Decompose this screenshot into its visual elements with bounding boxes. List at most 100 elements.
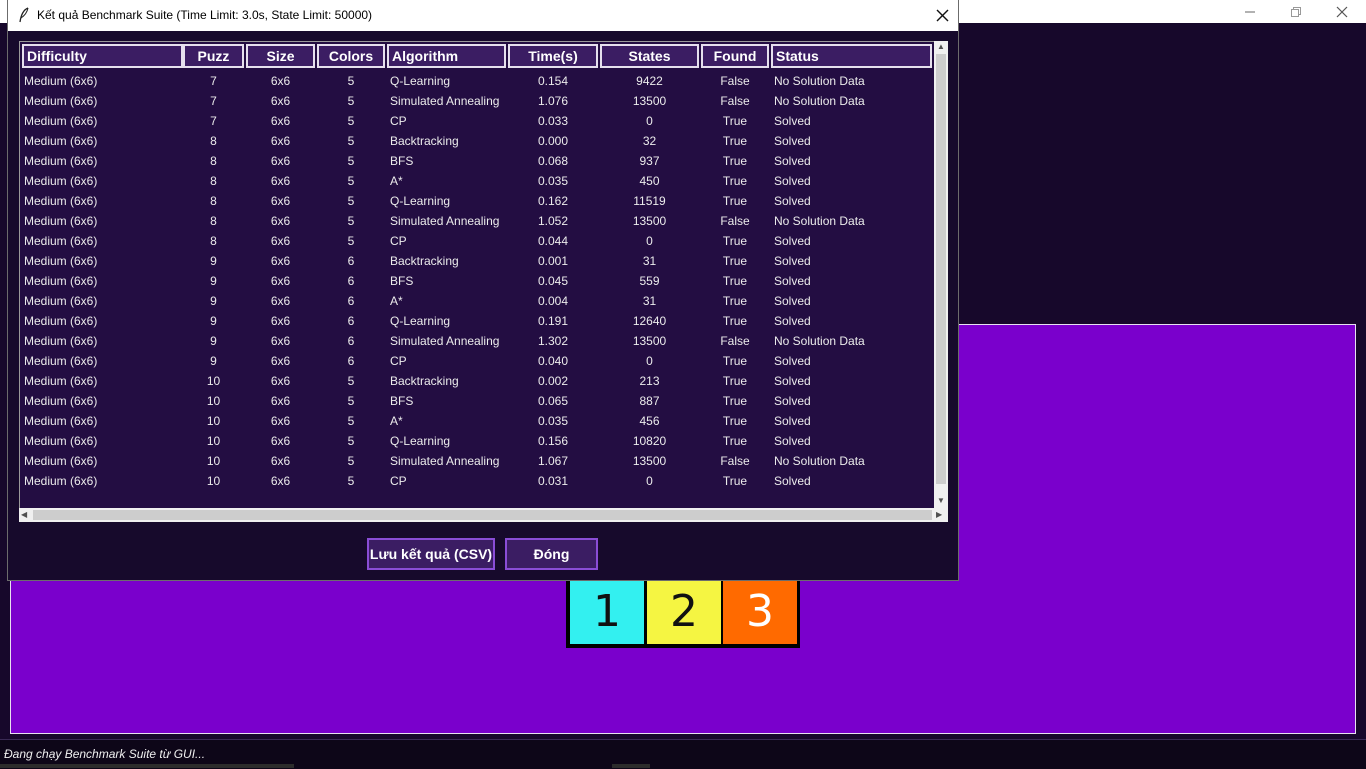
column-header-difficulty[interactable]: Difficulty xyxy=(22,44,183,68)
cell-states: 13500 xyxy=(632,454,667,468)
cell-difficulty: Medium (6x6) xyxy=(24,194,98,208)
column-header-states[interactable]: States xyxy=(600,44,699,68)
table-row[interactable]: Medium (6x6) 9 6x6 6 A* 0.004 31 True Solved xyxy=(20,290,934,310)
column-header-size[interactable]: Size xyxy=(246,44,315,68)
column-header-time[interactable]: Time(s) xyxy=(508,44,598,68)
cell-status: Solved xyxy=(774,294,811,308)
cell-puzz: 7 xyxy=(210,94,217,108)
cell-algorithm: BFS xyxy=(390,274,414,288)
cell-states: 13500 xyxy=(632,94,667,108)
cell-colors: 5 xyxy=(347,94,355,108)
cell-status: Solved xyxy=(774,114,811,128)
scroll-down-icon[interactable]: ▼ xyxy=(937,496,945,505)
cell-algorithm: A* xyxy=(390,414,403,428)
table-row[interactable]: Medium (6x6) 9 6x6 6 BFS 0.045 559 True Solved xyxy=(20,270,934,290)
cell-states: 31 xyxy=(642,254,657,268)
close-button[interactable]: Đóng xyxy=(505,538,598,570)
cell-found: True xyxy=(722,434,748,448)
main-close-icon[interactable] xyxy=(1319,0,1365,23)
cell-found: False xyxy=(720,94,750,108)
column-header-puzz[interactable]: Puzz xyxy=(183,44,244,68)
cell-colors: 6 xyxy=(347,314,355,328)
column-header-colors[interactable]: Colors xyxy=(317,44,385,68)
cell-status: Solved xyxy=(774,194,811,208)
board-tile[interactable]: 1 xyxy=(570,578,644,644)
cell-found: True xyxy=(722,274,748,288)
cell-status: Solved xyxy=(774,394,811,408)
dialog-titlebar[interactable]: Kết quả Benchmark Suite (Time Limit: 3.0… xyxy=(8,0,958,31)
table-row[interactable]: Medium (6x6) 8 6x6 5 Q-Learning 0.162 11519 Tru… xyxy=(20,190,934,210)
table-row[interactable]: Medium (6x6) 8 6x6 5 A* 0.035 450 True Solved xyxy=(20,170,934,190)
cell-colors: 5 xyxy=(347,414,355,428)
table-row[interactable]: Medium (6x6) 8 6x6 5 BFS 0.068 937 True Solved xyxy=(20,150,934,170)
vertical-scrollbar[interactable]: ▲ ▼ xyxy=(934,41,948,508)
horizontal-scrollbar[interactable]: ◀ ▶ xyxy=(19,508,948,522)
save-csv-button[interactable]: Lưu kết quả (CSV) xyxy=(367,538,495,570)
cell-puzz: 8 xyxy=(210,214,217,228)
cell-colors: 5 xyxy=(347,154,355,168)
cell-colors: 5 xyxy=(347,194,355,208)
cell-status: Solved xyxy=(774,134,811,148)
cell-puzz: 9 xyxy=(210,294,217,308)
cell-algorithm: CP xyxy=(390,474,407,488)
cell-time: 0.002 xyxy=(537,374,569,388)
scroll-up-icon[interactable]: ▲ xyxy=(937,42,945,51)
cell-puzz: 8 xyxy=(210,134,217,148)
cell-algorithm: Simulated Annealing xyxy=(390,454,500,468)
column-header-found[interactable]: Found xyxy=(701,44,769,68)
table-row[interactable]: Medium (6x6) 8 6x6 5 CP 0.044 0 True Solved xyxy=(20,230,934,250)
horizontal-scroll-thumb[interactable] xyxy=(33,510,932,520)
cell-algorithm: Simulated Annealing xyxy=(390,214,500,228)
column-header-status[interactable]: Status xyxy=(771,44,932,68)
table-row[interactable]: Medium (6x6) 8 6x6 5 Simulated Annealing 1.05… xyxy=(20,210,934,230)
cell-puzz: 8 xyxy=(210,194,217,208)
table-row[interactable]: Medium (6x6) 9 6x6 6 CP 0.040 0 True Solved xyxy=(20,350,934,370)
cell-colors: 5 xyxy=(347,374,355,388)
cell-found: True xyxy=(722,114,748,128)
table-row[interactable]: Medium (6x6) 9 6x6 6 Q-Learning 0.191 12640 Tru… xyxy=(20,310,934,330)
cell-size: 6x6 xyxy=(270,134,291,148)
column-header-algorithm[interactable]: Algorithm xyxy=(387,44,506,68)
minimize-icon[interactable] xyxy=(1227,0,1273,23)
cell-difficulty: Medium (6x6) xyxy=(24,414,98,428)
table-row[interactable]: Medium (6x6) 10 6x6 5 A* 0.035 456 True Solved xyxy=(20,410,934,430)
cell-difficulty: Medium (6x6) xyxy=(24,134,98,148)
cell-states: 0 xyxy=(646,474,653,488)
board-tile[interactable]: 3 xyxy=(723,578,797,644)
cell-puzz: 8 xyxy=(210,154,217,168)
scroll-right-icon[interactable]: ▶ xyxy=(936,510,942,519)
cell-time: 1.052 xyxy=(537,214,569,228)
maximize-icon[interactable] xyxy=(1273,0,1319,23)
table-row[interactable]: Medium (6x6) 10 6x6 5 BFS 0.065 887 True Solved xyxy=(20,390,934,410)
cell-found: True xyxy=(722,134,748,148)
cell-time: 0.156 xyxy=(537,434,569,448)
cell-found: True xyxy=(722,394,748,408)
cell-found: False xyxy=(720,454,750,468)
table-row[interactable]: Medium (6x6) 10 6x6 5 Backtracking 0.002 213 Tr… xyxy=(20,370,934,390)
table-row[interactable]: Medium (6x6) 9 6x6 6 Backtracking 0.001 31 True… xyxy=(20,250,934,270)
status-text: Đang chạy Benchmark Suite từ GUI... xyxy=(4,747,206,761)
table-row[interactable]: Medium (6x6) 10 6x6 5 CP 0.031 0 True Solved xyxy=(20,470,934,490)
table-row[interactable]: Medium (6x6) 7 6x6 5 Simulated Annealing 1.07… xyxy=(20,90,934,110)
cell-difficulty: Medium (6x6) xyxy=(24,354,98,368)
board-tile[interactable]: 2 xyxy=(647,578,721,644)
table-row[interactable]: Medium (6x6) 10 6x6 5 Simulated Annealing 1.0… xyxy=(20,450,934,470)
table-row[interactable]: Medium (6x6) 10 6x6 5 Q-Learning 0.156 10820 Tr… xyxy=(20,430,934,450)
cell-time: 0.065 xyxy=(537,394,569,408)
cell-difficulty: Medium (6x6) xyxy=(24,394,98,408)
cell-difficulty: Medium (6x6) xyxy=(24,174,98,188)
cell-status: Solved xyxy=(774,434,811,448)
table-row[interactable]: Medium (6x6) 7 6x6 5 CP 0.033 0 True Solved xyxy=(20,110,934,130)
scroll-left-icon[interactable]: ◀ xyxy=(21,510,27,519)
cell-status: Solved xyxy=(774,174,811,188)
table-row[interactable]: Medium (6x6) 9 6x6 6 Simulated Annealing 1.30… xyxy=(20,330,934,350)
cell-time: 1.076 xyxy=(537,94,569,108)
cell-size: 6x6 xyxy=(270,374,291,388)
cell-states: 13500 xyxy=(632,214,667,228)
table-row[interactable]: Medium (6x6) 8 6x6 5 Backtracking 0.000 32 True… xyxy=(20,130,934,150)
cell-puzz: 10 xyxy=(206,394,221,408)
vertical-scroll-thumb[interactable] xyxy=(936,54,946,484)
cell-puzz: 8 xyxy=(210,174,217,188)
close-icon[interactable] xyxy=(926,0,958,31)
table-row[interactable]: Medium (6x6) 7 6x6 5 Q-Learning 0.154 9422 Fals… xyxy=(20,70,934,90)
